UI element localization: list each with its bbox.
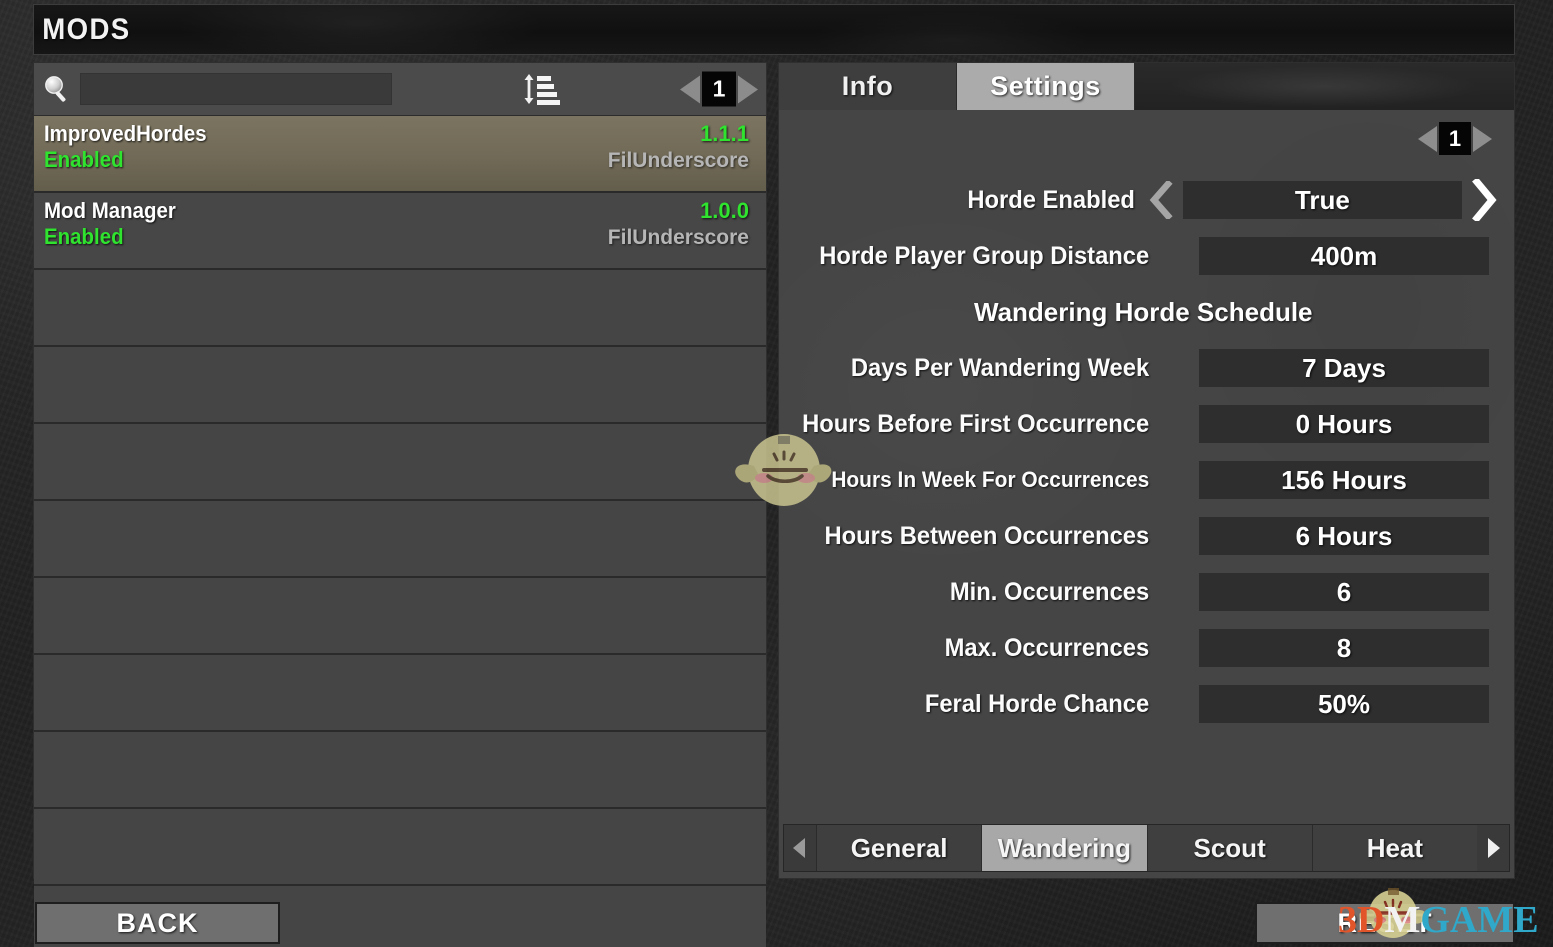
search-icon [34, 74, 80, 104]
setting-row-max-occurrences: Max. Occurrences 8 [779, 620, 1514, 676]
page-title: MODS [42, 12, 131, 46]
mods-screen: MODS 1 ImprovedHordes 1.1.1 Enabled FilU… [0, 0, 1553, 947]
mod-list-panel: 1 ImprovedHordes 1.1.1 Enabled FilUnders… [33, 62, 767, 947]
setting-label: Min. Occurrences [949, 577, 1150, 606]
setting-row-hours-in-week-for-occurrences: Hours In Week For Occurrences 156 Hours [779, 452, 1514, 508]
setting-value[interactable]: 50% [1199, 685, 1489, 723]
setting-row-feral-horde-chance: Feral Horde Chance 50% [779, 676, 1514, 732]
settings-section-header: Wandering Horde Schedule [974, 296, 1313, 327]
setting-value[interactable]: 6 Hours [1199, 517, 1489, 555]
mod-list-page-number: 1 [702, 71, 736, 107]
reset-button[interactable]: RESET [1255, 902, 1515, 944]
setting-row-days-per-wandering-week: Days Per Wandering Week 7 Days [779, 340, 1514, 396]
settings-pager: 1 [1418, 122, 1492, 155]
settings-body: 1 Horde Enabled True Horde Player Group … [779, 110, 1514, 824]
mod-status: Enabled [44, 147, 124, 172]
mod-list-item-improvedhordes[interactable]: ImprovedHordes 1.1.1 Enabled FilUndersco… [34, 116, 766, 193]
setting-label: Hours In Week For Occurrences [831, 467, 1150, 492]
mod-status: Enabled [44, 224, 124, 249]
setting-label: Hours Before First Occurrence [802, 409, 1150, 438]
setting-row-hours-between-occurrences: Hours Between Occurrences 6 Hours [779, 508, 1514, 564]
chevron-left-icon[interactable] [1139, 181, 1183, 219]
tab-heat[interactable]: Heat [1311, 825, 1477, 871]
mod-list: ImprovedHordes 1.1.1 Enabled FilUndersco… [34, 116, 766, 947]
triangle-right-icon[interactable] [1477, 825, 1509, 871]
mod-list-empty-row [34, 501, 766, 578]
setting-label: Days Per Wandering Week [850, 353, 1150, 382]
setting-value[interactable]: 7 Days [1199, 349, 1489, 387]
mod-list-empty-row [34, 809, 766, 886]
tab-wandering[interactable]: Wandering [981, 825, 1147, 871]
mod-version: 1.0.0 [700, 198, 749, 223]
triangle-left-icon[interactable] [1418, 125, 1437, 152]
back-button[interactable]: BACK [35, 902, 280, 944]
setting-value[interactable]: 6 [1199, 573, 1489, 611]
setting-row-horde-enabled: Horde Enabled True [779, 172, 1514, 228]
mod-detail-panel: Info Settings 1 Horde Enabled True Horde… [778, 62, 1515, 879]
setting-row-min-occurrences: Min. Occurrences 6 [779, 564, 1514, 620]
setting-label: Horde Enabled [967, 185, 1135, 214]
triangle-left-icon[interactable] [784, 825, 816, 871]
setting-value[interactable]: 8 [1199, 629, 1489, 667]
setting-label: Horde Player Group Distance [819, 241, 1150, 270]
mod-list-empty-row [34, 424, 766, 501]
mod-list-item-mod-manager[interactable]: Mod Manager 1.0.0 Enabled FilUnderscore [34, 193, 766, 270]
mod-list-empty-row [34, 578, 766, 655]
settings-category-tab-bar: General Wandering Scout Heat [783, 824, 1510, 872]
mod-list-empty-row [34, 732, 766, 809]
mod-name: Mod Manager [44, 198, 176, 223]
triangle-right-icon[interactable] [738, 75, 758, 103]
mod-list-empty-row [34, 270, 766, 347]
setting-value[interactable]: 156 Hours [1199, 461, 1489, 499]
setting-label: Hours Between Occurrences [824, 521, 1150, 550]
triangle-left-icon[interactable] [680, 75, 700, 103]
chevron-right-icon[interactable] [1462, 179, 1506, 221]
setting-value[interactable]: 400m [1199, 237, 1489, 275]
search-input[interactable] [80, 73, 392, 105]
triangle-right-icon[interactable] [1473, 125, 1492, 152]
setting-row-hours-before-first-occurrence: Hours Before First Occurrence 0 Hours [779, 396, 1514, 452]
setting-value[interactable]: 0 Hours [1199, 405, 1489, 443]
mod-list-toolbar: 1 [34, 63, 766, 116]
page-header: MODS [33, 4, 1515, 55]
mod-version: 1.1.1 [700, 121, 749, 146]
setting-label: Feral Horde Chance [924, 689, 1150, 718]
mod-author: FilUnderscore [607, 226, 749, 249]
tab-settings[interactable]: Settings [957, 63, 1135, 110]
mod-list-empty-row [34, 655, 766, 732]
mod-author: FilUnderscore [607, 149, 749, 172]
settings-page-number: 1 [1439, 122, 1471, 155]
tab-info[interactable]: Info [779, 63, 957, 110]
detail-tab-bar: Info Settings [779, 63, 1514, 110]
tab-scout[interactable]: Scout [1146, 825, 1312, 871]
mod-list-pager: 1 [680, 71, 758, 107]
setting-row-horde-player-group-distance: Horde Player Group Distance 400m [779, 228, 1514, 284]
tab-general[interactable]: General [816, 825, 982, 871]
setting-label: Max. Occurrences [944, 633, 1150, 662]
setting-value[interactable]: True [1182, 181, 1462, 219]
mod-name: ImprovedHordes [44, 121, 207, 146]
mod-list-empty-row [34, 347, 766, 424]
sort-ascending-icon[interactable] [521, 71, 561, 107]
